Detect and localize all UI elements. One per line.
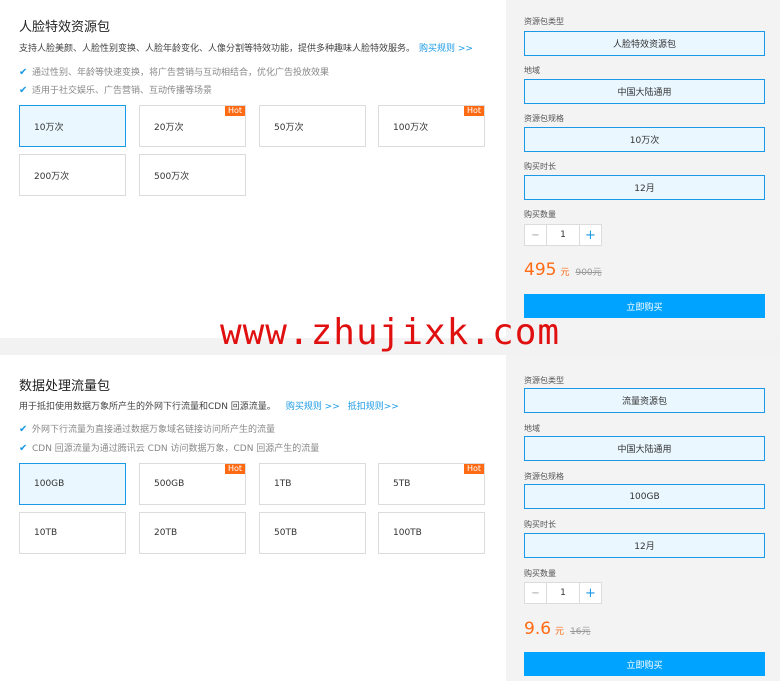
section-description: 支持人脸美颜、人脸性别变换、人脸年龄变化、人像分割等特效功能，提供多种趣味人脸特…	[19, 41, 473, 54]
option-label: 200万次	[34, 171, 70, 182]
spec-label: 资源包规格	[524, 472, 564, 481]
spec-field[interactable]: 10万次	[524, 127, 765, 152]
quantity-value[interactable]: 1	[547, 583, 579, 603]
option-10w[interactable]: 10万次	[19, 105, 126, 147]
purchase-panel: 资源包类型 人脸特效资源包 地域 中国大陆通用 资源包规格 10万次 购买时长 …	[506, 0, 780, 338]
buy-now-button[interactable]: 立即购买	[524, 652, 765, 676]
section-title: 数据处理流量包	[19, 379, 111, 394]
option-label: 5TB	[393, 479, 411, 489]
face-effects-section: 人脸特效资源包 支持人脸美颜、人脸性别变换、人脸年龄变化、人像分割等特效功能，提…	[0, 0, 780, 338]
hot-badge: Hot	[224, 106, 245, 116]
section-description: 用于抵扣使用数据万象所产生的外网下行流量和CDN 回源流量。 购买规则 >> 抵扣规…	[19, 399, 399, 412]
option-label: 1TB	[274, 479, 292, 489]
feature-bullet: ✔ 通过性别、年龄等快速变换，将广告营销与互动相结合，优化广告投放效果	[19, 65, 329, 78]
data-traffic-section: 数据处理流量包 用于抵扣使用数据万象所产生的外网下行流量和CDN 回源流量。 购买…	[0, 355, 780, 681]
duration-field[interactable]: 12月	[524, 533, 765, 558]
option-label: 100GB	[34, 479, 65, 489]
spec-field[interactable]: 100GB	[524, 484, 765, 509]
description-text: 用于抵扣使用数据万象所产生的外网下行流量和CDN 回源流量。	[19, 402, 276, 412]
duration-label: 购买时长	[524, 162, 556, 171]
region-label: 地域	[524, 424, 540, 433]
bullet-text: 通过性别、年龄等快速变换，将广告营销与互动相结合，优化广告投放效果	[32, 68, 330, 78]
option-100gb[interactable]: 100GB	[19, 463, 126, 505]
price-amount: 495	[524, 260, 557, 280]
deduction-rules-link[interactable]: 抵扣规则>>	[348, 402, 399, 412]
check-icon: ✔	[19, 443, 28, 454]
price-unit: 元	[555, 627, 565, 637]
option-label: 500万次	[154, 171, 190, 182]
type-field[interactable]: 流量资源包	[524, 388, 765, 413]
bullet-text: CDN 回源流量为通过腾讯云 CDN 访问数据万象，CDN 回源产生的流量	[32, 444, 320, 454]
option-label: 20TB	[154, 528, 178, 538]
description-text: 支持人脸美颜、人脸性别变换、人脸年龄变化、人像分割等特效功能，提供多种趣味人脸特…	[19, 44, 416, 54]
product-info-panel: 人脸特效资源包 支持人脸美颜、人脸性别变换、人脸年龄变化、人像分割等特效功能，提…	[0, 0, 506, 338]
type-label: 资源包类型	[524, 17, 564, 26]
price-display: 9.6 元 16元	[524, 619, 591, 639]
option-label: 100万次	[393, 122, 429, 133]
check-icon: ✔	[19, 67, 28, 78]
bullet-text: 适用于社交娱乐、广告营销、互动传播等场景	[32, 86, 213, 96]
region-field[interactable]: 中国大陆通用	[524, 436, 765, 461]
option-label: 50TB	[274, 528, 298, 538]
option-label: 100TB	[393, 528, 422, 538]
plus-button[interactable]: +	[579, 225, 601, 245]
price-display: 495 元 900元	[524, 260, 602, 280]
hot-badge: Hot	[463, 464, 484, 474]
option-label: 50万次	[274, 122, 304, 133]
option-1tb[interactable]: 1TB	[259, 463, 366, 505]
region-label: 地域	[524, 66, 540, 75]
option-5tb[interactable]: 5TB Hot	[378, 463, 485, 505]
quantity-label: 购买数量	[524, 210, 556, 219]
hot-badge: Hot	[463, 106, 484, 116]
check-icon: ✔	[19, 85, 28, 96]
purchase-rules-link[interactable]: 购买规则 >>	[419, 44, 473, 54]
purchase-rules-link[interactable]: 购买规则 >>	[286, 402, 340, 412]
option-100w[interactable]: 100万次 Hot	[378, 105, 485, 147]
feature-bullet: ✔ CDN 回源流量为通过腾讯云 CDN 访问数据万象，CDN 回源产生的流量	[19, 441, 319, 454]
option-label: 10万次	[34, 122, 64, 133]
minus-button[interactable]: −	[525, 583, 547, 603]
watermark: www.zhujixk.com	[219, 312, 561, 353]
quantity-stepper: − 1 +	[524, 582, 602, 604]
feature-bullet: ✔ 外网下行流量为直接通过数据万象域名链接访问所产生的流量	[19, 422, 275, 435]
option-label: 20万次	[154, 122, 184, 133]
original-price: 900元	[575, 268, 602, 278]
bullet-text: 外网下行流量为直接通过数据万象域名链接访问所产生的流量	[32, 425, 276, 435]
option-200w[interactable]: 200万次	[19, 154, 126, 196]
plus-button[interactable]: +	[579, 583, 601, 603]
option-100tb[interactable]: 100TB	[378, 512, 485, 554]
option-50w[interactable]: 50万次	[259, 105, 366, 147]
section-title: 人脸特效资源包	[19, 20, 111, 35]
hot-badge: Hot	[224, 464, 245, 474]
type-label: 资源包类型	[524, 376, 564, 385]
option-label: 10TB	[34, 528, 58, 538]
option-20w[interactable]: 20万次 Hot	[139, 105, 246, 147]
duration-label: 购买时长	[524, 520, 556, 529]
minus-button[interactable]: −	[525, 225, 547, 245]
type-field[interactable]: 人脸特效资源包	[524, 31, 765, 56]
option-500w[interactable]: 500万次	[139, 154, 246, 196]
check-icon: ✔	[19, 424, 28, 435]
region-field[interactable]: 中国大陆通用	[524, 79, 765, 104]
quantity-stepper: − 1 +	[524, 224, 602, 246]
duration-field[interactable]: 12月	[524, 175, 765, 200]
option-label: 500GB	[154, 479, 185, 489]
option-50tb[interactable]: 50TB	[259, 512, 366, 554]
spec-label: 资源包规格	[524, 114, 564, 123]
feature-bullet: ✔ 适用于社交娱乐、广告营销、互动传播等场景	[19, 83, 212, 96]
product-info-panel: 数据处理流量包 用于抵扣使用数据万象所产生的外网下行流量和CDN 回源流量。 购买…	[0, 355, 506, 681]
quantity-label: 购买数量	[524, 569, 556, 578]
option-10tb[interactable]: 10TB	[19, 512, 126, 554]
price-unit: 元	[560, 268, 570, 278]
original-price: 16元	[570, 627, 591, 637]
purchase-panel: 资源包类型 流量资源包 地域 中国大陆通用 资源包规格 100GB 购买时长 1…	[506, 355, 780, 681]
option-500gb[interactable]: 500GB Hot	[139, 463, 246, 505]
quantity-value[interactable]: 1	[547, 225, 579, 245]
price-amount: 9.6	[524, 619, 552, 639]
option-20tb[interactable]: 20TB	[139, 512, 246, 554]
